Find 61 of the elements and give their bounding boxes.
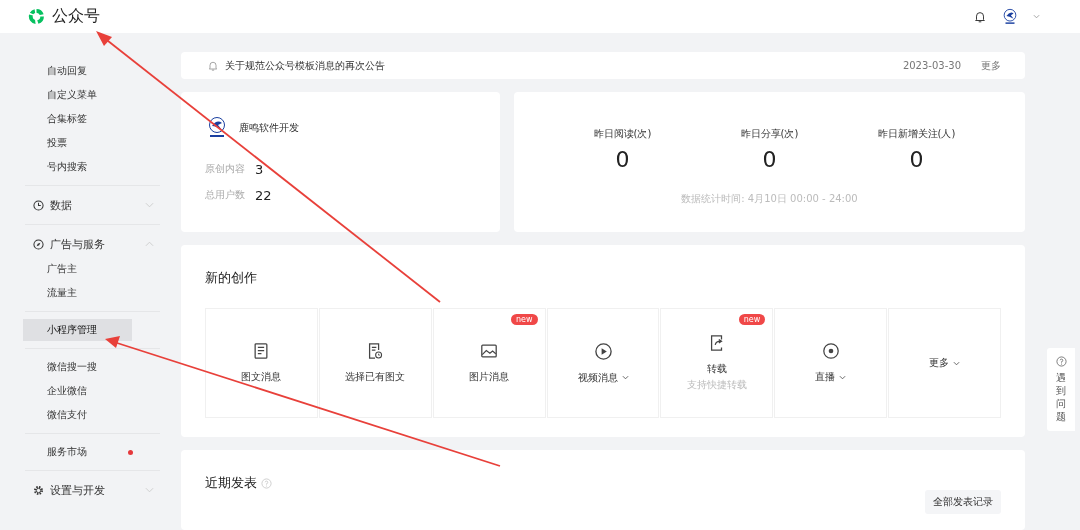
compass-icon [33, 238, 44, 250]
tile-label: 图文消息 [241, 370, 282, 384]
avatar-icon[interactable] [1001, 7, 1019, 26]
bell-icon[interactable] [973, 9, 987, 24]
create-tile[interactable]: 图文消息 [205, 308, 318, 418]
notice-link[interactable]: 关于规范公众号模板消息的再次公告 [225, 58, 897, 73]
tile-label: 选择已有图文 [345, 370, 406, 384]
sidebar-section[interactable]: 数据 [25, 192, 160, 218]
help-label: 遇到问题 [1056, 371, 1066, 423]
settings-icon [33, 484, 44, 496]
help-button[interactable]: 遇到问题 [1047, 348, 1075, 431]
sidebar-item[interactable]: 微信支付 [23, 404, 122, 426]
sidebar-item[interactable]: 微信搜一搜 [23, 356, 132, 378]
metric-label: 昨日新增关注(人) [877, 127, 956, 141]
account-name: 鹿鸣软件开发 [239, 121, 299, 135]
tile-label: 直播 [815, 370, 836, 384]
section-title: 近期发表 [205, 474, 257, 492]
metric-label: 昨日分享(次) [740, 127, 799, 141]
bell-icon [207, 59, 219, 72]
sidebar-item[interactable]: 投票 [23, 132, 102, 154]
tile-label: 转载 [706, 362, 727, 376]
create-tile[interactable]: 直播 [774, 308, 888, 418]
metric-value: 0 [762, 147, 777, 172]
create-tile[interactable]: 更多 [888, 308, 1001, 418]
help-icon [1055, 356, 1067, 367]
create-tile[interactable]: 选择已有图文 [318, 308, 432, 418]
sidebar-item[interactable]: 自动回复 [23, 60, 122, 82]
more-link[interactable]: 更多 [981, 58, 1001, 73]
play-icon [593, 341, 613, 361]
sidebar-section[interactable]: 设置与开发 [25, 477, 160, 503]
stat-label: 总用户数 [205, 188, 245, 202]
sidebar-item[interactable]: 小程序管理 [23, 319, 132, 341]
sidebar-item[interactable]: 合集标签 [23, 108, 122, 130]
sidebar-item[interactable]: 自定义菜单 [23, 84, 132, 106]
app-title: 公众号 [52, 6, 100, 27]
sidebar-item[interactable]: 广告主 [23, 258, 112, 280]
new-badge: new [511, 314, 538, 325]
stat-value: 3 [255, 161, 264, 177]
logo-icon [27, 7, 46, 26]
create-tile[interactable]: new 图片消息 [432, 308, 546, 418]
sidebar-item[interactable]: 流量主 [23, 282, 112, 304]
metric-label: 昨日阅读(次) [593, 127, 652, 141]
tile-label: 更多 [929, 356, 950, 370]
sidebar-item[interactable]: 企业微信 [23, 380, 122, 402]
stat-label: 原创内容 [205, 162, 245, 176]
metric-value: 0 [909, 147, 924, 172]
sidebar-section[interactable]: 广告与服务 [25, 231, 160, 257]
tile-label: 图片消息 [469, 370, 510, 384]
sidebar-item[interactable]: 号内搜索 [23, 156, 122, 178]
tile-label: 视频消息 [577, 370, 618, 385]
sidebar-item[interactable]: 服务市场 [23, 441, 122, 463]
create-tile[interactable]: 视频消息 [546, 308, 660, 418]
stat-value: 22 [255, 187, 272, 203]
new-badge: new [738, 314, 766, 325]
record-icon [821, 342, 840, 360]
document-clock-icon [366, 342, 385, 360]
notice-date: 2023-03-30 [902, 60, 961, 71]
image-icon [479, 342, 500, 360]
metric-value: 0 [615, 147, 630, 172]
section-title: 新的创作 [205, 270, 257, 285]
history-button[interactable]: 全部发表记录 [925, 490, 1001, 514]
